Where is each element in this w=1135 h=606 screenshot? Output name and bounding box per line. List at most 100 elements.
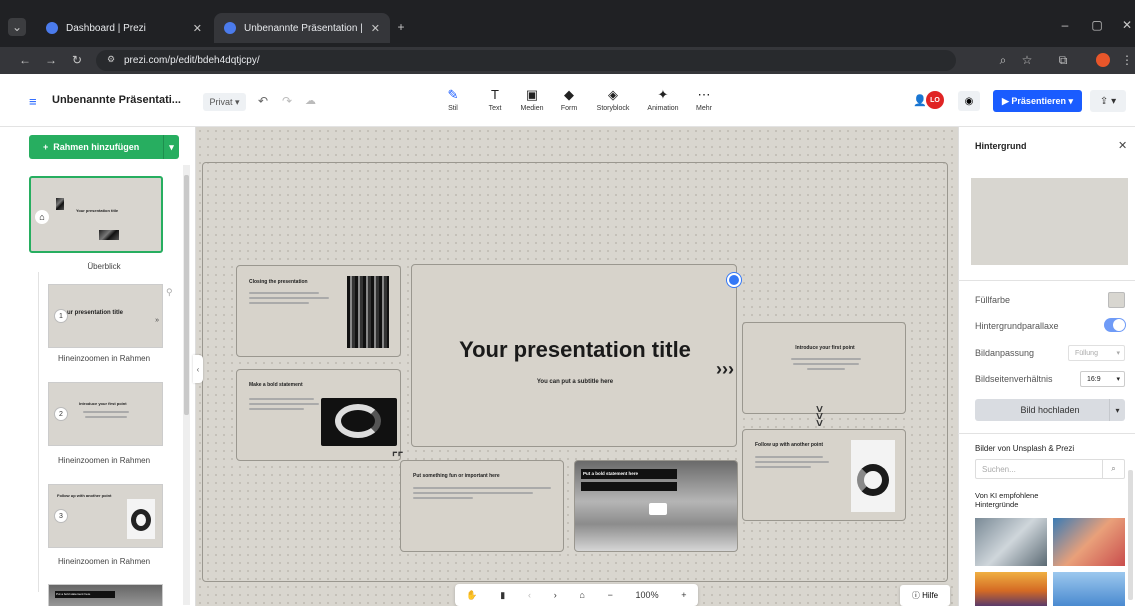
chevron-down-icon[interactable]: ▾ [163, 135, 179, 159]
hamburger-menu-icon[interactable]: ≡ [29, 94, 37, 109]
restore-icon[interactable]: ▢ [1090, 18, 1104, 32]
fill-color-swatch[interactable] [1108, 292, 1125, 308]
chevron-down-icon[interactable]: ▾ [1109, 399, 1125, 421]
undo-icon[interactable]: ↶ [258, 94, 268, 108]
share-export-button[interactable]: ⇪ ▾ [1090, 90, 1126, 112]
site-info-icon[interactable]: ⚙ [104, 54, 118, 65]
chrome-menu-icon[interactable]: ⋮ [1120, 53, 1134, 67]
main-subtitle: You can put a subtitle here [536, 379, 614, 385]
parallax-toggle[interactable] [1104, 318, 1126, 332]
topic-connector-line [38, 272, 39, 592]
zoom-out-icon[interactable]: − [608, 590, 613, 600]
close-window-icon[interactable]: ✕ [1120, 18, 1134, 32]
sidebar-scrollbar[interactable] [183, 165, 190, 605]
frame-fun[interactable]: Put something fun or important here [400, 460, 564, 552]
privacy-dropdown[interactable]: Privat ▾ [203, 93, 246, 111]
bookmark-star-icon[interactable]: ☆ [1020, 53, 1034, 67]
tab-search-icon[interactable]: ⌄ [8, 18, 26, 36]
tool-storyblock[interactable]: ◈ Storyblock [590, 80, 636, 120]
frame-title: Follow up with another point [755, 442, 824, 448]
frame-follow-up[interactable]: Follow up with another point [742, 429, 906, 521]
frame-title: Closing the presentation [249, 279, 308, 285]
add-collaborator-icon[interactable]: 👤 [913, 94, 927, 107]
next-step-icon[interactable]: › [554, 590, 557, 600]
add-frame-button[interactable]: + Rahmen hinzufügen ▾ [29, 135, 179, 159]
frame-intro[interactable]: Introduce your first point [742, 322, 906, 414]
prev-step-icon[interactable]: ‹ [528, 590, 531, 600]
tool-label: Storyblock [596, 105, 630, 112]
suggested-background-3[interactable] [975, 572, 1047, 606]
tool-animation[interactable]: ✦ Animation [643, 80, 683, 120]
main-title: Your presentation title [459, 337, 691, 362]
extensions-icon[interactable]: ⧉ [1056, 53, 1070, 68]
frame-title-main[interactable]: Your presentation title You can put a su… [411, 264, 737, 447]
back-icon[interactable]: ← [18, 53, 32, 67]
overview-thumbnail[interactable]: Your presentation title ⌂ [29, 176, 163, 253]
frame-thumbnail-4[interactable]: Put a bold statement here [48, 584, 163, 606]
thumb-title: Follow up with another point [57, 493, 112, 498]
layers-icon: ◈ [608, 87, 618, 102]
tool-style[interactable]: ✎ Stil [440, 80, 466, 120]
redo-icon[interactable]: ↷ [282, 94, 292, 108]
close-icon[interactable]: ✕ [1118, 139, 1127, 152]
prezi-favicon-icon [46, 22, 58, 34]
ai-suggestions-heading: Von KI empfohlene Hintergründe [975, 491, 1039, 509]
close-icon[interactable]: ✕ [371, 22, 380, 35]
overview-thumb-title: Your presentation title [76, 208, 119, 213]
mouse-icon[interactable]: ▮ [500, 590, 505, 601]
document-title[interactable]: Unbenannte Präsentati... [52, 94, 181, 106]
reload-icon[interactable]: ↻ [70, 53, 84, 67]
tool-media[interactable]: ▣ Medien [516, 80, 548, 120]
suggested-background-2[interactable] [1053, 518, 1125, 566]
prezi-favicon-icon [224, 22, 236, 34]
location-pin-icon[interactable] [727, 273, 741, 287]
present-button[interactable]: ▶ Präsentieren ▾ [993, 90, 1082, 112]
preview-eye-icon[interactable]: ◉ [958, 91, 980, 111]
tab-title: Dashboard | Prezi [66, 22, 146, 34]
url-input[interactable]: prezi.com/p/edit/bdeh4dqtjcpy/ [96, 50, 956, 71]
image-search-input[interactable]: Suchen... ⌕ [975, 459, 1125, 479]
search-icon[interactable]: ⌕ [1102, 460, 1124, 478]
fill-label: Füllfarbe [975, 295, 1011, 305]
new-tab-icon[interactable]: + [394, 20, 408, 34]
upload-image-button[interactable]: Bild hochladen ▾ [975, 399, 1125, 421]
zoom-in-icon[interactable]: + [681, 590, 686, 600]
tab-presentation[interactable]: Unbenannte Präsentation | Prezi ✕ [214, 13, 390, 43]
thumb-title: ur presentation title [67, 310, 124, 316]
user-avatar[interactable]: LO [926, 91, 944, 109]
minimize-icon[interactable]: – [1058, 18, 1072, 32]
tool-label: Form [560, 105, 578, 112]
profile-avatar[interactable] [1096, 53, 1110, 67]
frame-number-badge: 1 [54, 309, 68, 323]
collapse-sidebar-button[interactable]: ‹ [193, 355, 203, 383]
hand-tool-icon[interactable]: ✋ [466, 590, 477, 601]
parallax-label: Hintergrundparallaxe [975, 321, 1059, 331]
tool-text[interactable]: T Text [482, 80, 508, 120]
home-icon[interactable]: ⌂ [579, 590, 584, 600]
forward-icon[interactable]: → [44, 53, 58, 67]
suggested-background-1[interactable] [975, 518, 1047, 566]
help-icon: ⓘ [911, 591, 923, 600]
panel-scrollbar[interactable] [1128, 470, 1133, 600]
home-icon: ⌂ [35, 210, 49, 224]
frame-title: Put something fun or important here [413, 473, 500, 479]
thumb-title: Introduce your first point [79, 401, 127, 406]
frame-bold-photo[interactable]: Put a bold statement here [574, 460, 738, 552]
ratio-dropdown[interactable]: 16:9 ▾ [1080, 371, 1125, 387]
end-image [347, 276, 389, 348]
frame-caption: Hineinzoomen in Rahmen [57, 456, 151, 465]
background-preview [971, 178, 1128, 265]
frame-bold-statement[interactable]: Make a bold statement [236, 369, 401, 461]
help-button[interactable]: ⓘ Hilfe [900, 585, 950, 606]
frame-closing[interactable]: Closing the presentation [236, 265, 401, 357]
zoom-icon[interactable]: ⌕ [996, 53, 1010, 68]
tab-dashboard[interactable]: Dashboard | Prezi ✕ [36, 13, 212, 43]
suggested-background-4[interactable] [1053, 572, 1125, 606]
close-icon[interactable]: ✕ [193, 22, 202, 35]
tool-shape[interactable]: ◆ Form [555, 80, 583, 120]
path-arrow-right-icon: ››› [716, 359, 734, 379]
fit-dropdown[interactable]: Füllung ▾ [1068, 345, 1125, 361]
text-icon: T [491, 87, 499, 102]
presentation-canvas[interactable]: Closing the presentation Make a bold sta… [196, 127, 958, 606]
tool-more[interactable]: ⋯ Mehr [690, 80, 718, 120]
